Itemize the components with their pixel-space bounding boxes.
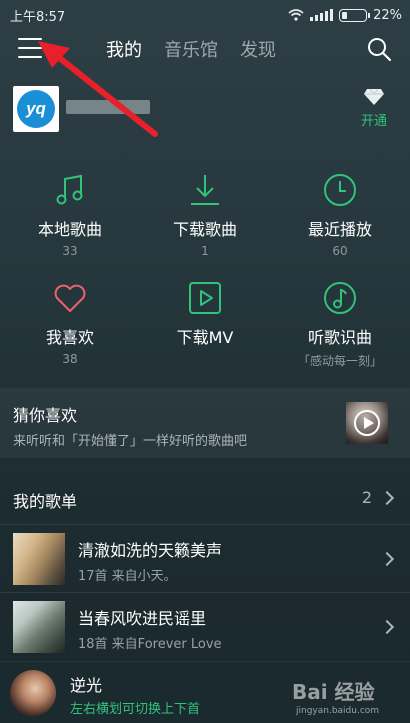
downloaded-songs-item[interactable]: 下载歌曲 1 <box>137 172 273 272</box>
guess-subtitle: 来听听和「开始懂了」一样好听的歌曲吧 <box>13 434 248 449</box>
diamond-icon <box>364 88 384 105</box>
mv-play-icon <box>189 282 221 314</box>
grid-label: 我喜欢 <box>45 328 94 347</box>
battery-icon <box>339 8 371 22</box>
search-icon[interactable] <box>366 36 392 62</box>
guess-you-like-card[interactable]: 猜你喜欢 来听听和「开始懂了」一样好听的歌曲吧 <box>0 388 410 458</box>
downloaded-mv-item[interactable]: 下载MV <box>137 280 273 380</box>
feature-grid: 本地歌曲 33 下载歌曲 1 最近播放 60 我喜欢 38 下载MV 听歌识曲 … <box>0 162 410 376</box>
grid-label: 最近播放 <box>307 220 372 239</box>
playlists-count: 2 <box>361 488 372 507</box>
favorites-item[interactable]: 我喜欢 38 <box>2 280 138 380</box>
vip-label: 开通 <box>360 114 387 129</box>
baidu-watermark-url: jingyan.baidu.com <box>296 706 380 716</box>
music-note-icon <box>56 174 83 205</box>
my-playlists-header[interactable]: 我的歌单 2 <box>0 476 410 520</box>
chevron-right-icon <box>379 619 395 635</box>
heart-icon <box>54 284 86 312</box>
now-playing-cover[interactable] <box>10 670 56 716</box>
song-recognition-item[interactable]: 听歌识曲 「感动每一刻」 <box>272 280 408 380</box>
download-icon <box>191 175 219 205</box>
wifi-icon <box>288 9 304 21</box>
battery-percent: 22% <box>373 7 402 23</box>
vip-open-button[interactable]: 开通 <box>354 88 394 129</box>
grid-label: 听歌识曲 <box>307 328 372 347</box>
tab-mine[interactable]: 我的 <box>106 36 142 62</box>
now-playing-title: 逆光 <box>70 676 103 695</box>
playlist-cover <box>13 601 65 653</box>
grid-count: 60 <box>332 244 348 258</box>
chevron-right-icon <box>379 490 395 506</box>
tab-discover[interactable]: 发现 <box>240 36 276 62</box>
guess-cover[interactable] <box>346 402 388 444</box>
username-redacted <box>66 100 150 114</box>
clock-icon <box>324 174 356 206</box>
divider <box>0 592 410 593</box>
app-screen: 上午8:57 22% 我的 音乐馆 发现 yq 开通 本地歌曲 33 下载歌曲 … <box>0 0 410 723</box>
play-icon[interactable] <box>354 410 380 436</box>
recent-played-item[interactable]: 最近播放 60 <box>272 172 408 272</box>
status-bar: 上午8:57 22% <box>0 0 410 30</box>
tab-bar: 我的 音乐馆 发现 <box>106 36 276 62</box>
grid-label: 下载MV <box>176 328 234 347</box>
playlist-title: 当春风吹进民谣里 <box>78 609 207 628</box>
grid-count: 「感动每一刻」 <box>297 354 382 368</box>
chevron-right-icon <box>379 551 395 567</box>
status-time: 上午8:57 <box>10 9 66 25</box>
baidu-watermark: Bai 经验 <box>292 680 375 704</box>
playlist-subtitle: 17首 来自小天。 <box>78 569 177 584</box>
signal-icon <box>310 9 334 21</box>
profile-section: yq 开通 <box>0 78 410 142</box>
grid-count: 38 <box>62 352 78 366</box>
status-indicators: 22% <box>288 8 402 23</box>
divider <box>0 524 410 525</box>
playlist-item[interactable]: 当春风吹进民谣里 18首 来自Forever Love <box>0 595 410 659</box>
top-nav: 我的 音乐馆 发现 <box>0 30 410 70</box>
playlist-cover <box>13 533 65 585</box>
swipe-hint: 左右横划可切换上下首 <box>70 702 201 717</box>
avatar-logo-text: yq <box>17 90 55 128</box>
playlist-title: 清澈如洗的天籁美声 <box>78 541 223 560</box>
grid-count: 33 <box>62 244 78 258</box>
local-songs-item[interactable]: 本地歌曲 33 <box>2 172 138 272</box>
playlist-subtitle: 18首 来自Forever Love <box>78 637 222 652</box>
tab-music-hall[interactable]: 音乐馆 <box>164 36 218 62</box>
grid-label: 下载歌曲 <box>172 220 237 239</box>
playlists-title: 我的歌单 <box>13 492 78 511</box>
menu-icon[interactable] <box>18 38 42 60</box>
guess-title: 猜你喜欢 <box>13 406 78 425</box>
avatar[interactable]: yq <box>13 86 59 132</box>
grid-count: 1 <box>201 244 209 258</box>
music-recognition-icon <box>324 282 356 314</box>
playlist-item[interactable]: 清澈如洗的天籁美声 17首 来自小天。 <box>0 527 410 591</box>
grid-label: 本地歌曲 <box>37 220 102 239</box>
